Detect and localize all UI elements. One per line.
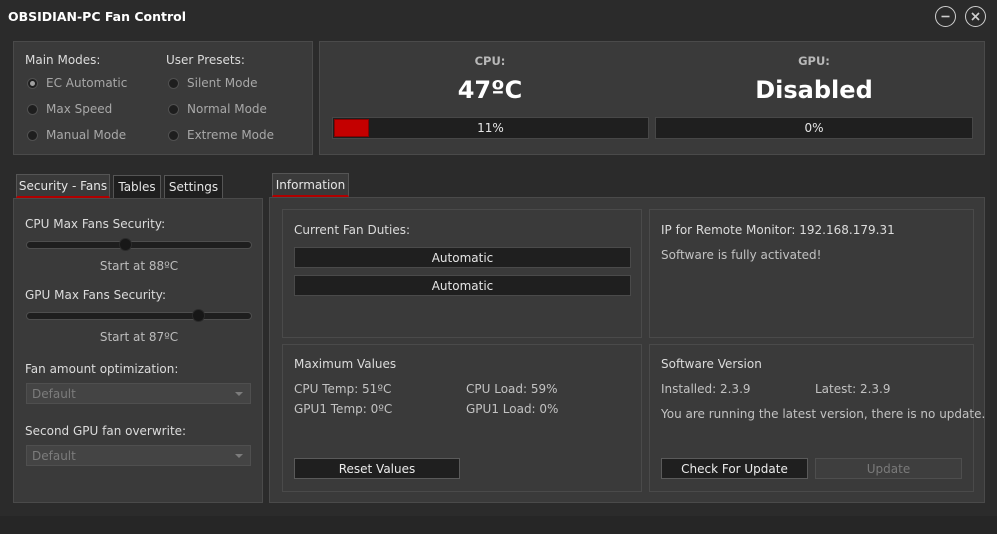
- gpu-load-bar: 0%: [655, 117, 973, 139]
- status-bar: [0, 516, 997, 534]
- radio-manual-mode[interactable]: Manual Mode: [27, 128, 126, 142]
- app-window: OBSIDIAN-PC Fan Control Main Modes: EC A…: [0, 0, 997, 534]
- gpu-security-slider[interactable]: [26, 312, 252, 320]
- radio-silent-mode[interactable]: Silent Mode: [168, 76, 258, 90]
- maximum-values-panel: Maximum Values CPU Temp: 51ºC CPU Load: …: [282, 344, 642, 492]
- fan-duties-title: Current Fan Duties:: [294, 223, 411, 237]
- radio-dot: [27, 103, 38, 115]
- gpu-status: Disabled: [755, 76, 873, 104]
- fan-duties-panel: Current Fan Duties: Automatic Automatic: [282, 209, 642, 338]
- gpu-label: GPU:: [798, 54, 830, 68]
- remote-ip-text: IP for Remote Monitor: 192.168.179.31: [661, 223, 895, 237]
- tab-security-fans[interactable]: Security - Fans: [16, 174, 110, 198]
- radio-label: Silent Mode: [187, 76, 258, 90]
- max-gpu-load: GPU1 Load: 0%: [466, 402, 559, 416]
- tab-tables[interactable]: Tables: [113, 175, 161, 198]
- minimize-button[interactable]: [935, 6, 956, 27]
- tab-settings[interactable]: Settings: [164, 175, 223, 198]
- software-version-panel: Software Version Installed: 2.3.9 Latest…: [649, 344, 985, 492]
- window-title: OBSIDIAN-PC Fan Control: [8, 9, 187, 24]
- close-icon: [971, 12, 980, 21]
- radio-dot: [27, 129, 38, 141]
- tab-information[interactable]: Information: [272, 173, 349, 197]
- second-gpu-label: Second GPU fan overwrite:: [25, 424, 187, 438]
- monitor-panel: CPU: 47ºC 11% GPU: Disabled 0%: [319, 41, 985, 155]
- fan-duty-2: Automatic: [294, 275, 631, 296]
- gpu-load-text: 0%: [804, 121, 824, 135]
- cpu-security-value: Start at 88ºC: [99, 259, 179, 273]
- maximum-values-title: Maximum Values: [294, 357, 397, 371]
- cpu-load-text: 11%: [477, 121, 504, 135]
- software-version-title: Software Version: [661, 357, 762, 371]
- second-gpu-select[interactable]: Default: [26, 445, 251, 466]
- fan-optimization-value: Default: [32, 386, 76, 401]
- reset-values-button[interactable]: Reset Values: [294, 458, 460, 479]
- radio-label: Max Speed: [46, 102, 113, 116]
- gpu-security-label: GPU Max Fans Security:: [25, 288, 167, 302]
- fan-optimization-select[interactable]: Default: [26, 383, 251, 404]
- version-message: You are running the latest version, ther…: [661, 407, 986, 421]
- modes-panel: Main Modes: EC Automatic Max Speed Manua…: [13, 41, 313, 155]
- main-modes-title: Main Modes:: [25, 53, 101, 67]
- radio-dot: [168, 103, 179, 115]
- radio-label: EC Automatic: [46, 76, 128, 90]
- remote-info-panel: IP for Remote Monitor: 192.168.179.31 So…: [649, 209, 974, 338]
- activation-text: Software is fully activated!: [661, 248, 822, 262]
- information-panel: Current Fan Duties: Automatic Automatic …: [269, 197, 985, 503]
- latest-version: Latest: 2.3.9: [815, 382, 891, 396]
- radio-dot: [168, 129, 179, 141]
- chevron-down-icon: [235, 392, 243, 396]
- close-button[interactable]: [965, 6, 986, 27]
- radio-max-speed[interactable]: Max Speed: [27, 102, 112, 116]
- radio-normal-mode[interactable]: Normal Mode: [168, 102, 267, 116]
- max-cpu-load: CPU Load: 59%: [466, 382, 558, 396]
- max-cpu-temp: CPU Temp: 51ºC: [294, 382, 392, 396]
- cpu-security-slider[interactable]: [26, 241, 252, 249]
- radio-dot: [27, 77, 38, 89]
- cpu-label: CPU:: [474, 54, 506, 68]
- cpu-security-slider-thumb[interactable]: [119, 238, 132, 251]
- radio-label: Extreme Mode: [187, 128, 275, 142]
- cpu-load-bar: 11%: [332, 117, 649, 139]
- security-panel: CPU Max Fans Security: Start at 88ºC GPU…: [13, 198, 263, 503]
- radio-dot: [168, 77, 179, 89]
- minimize-icon: [941, 15, 950, 18]
- cpu-temperature: 47ºC: [457, 76, 523, 104]
- max-gpu-temp: GPU1 Temp: 0ºC: [294, 402, 393, 416]
- check-for-update-button[interactable]: Check For Update: [661, 458, 808, 479]
- radio-label: Normal Mode: [187, 102, 267, 116]
- gpu-security-value: Start at 87ºC: [99, 330, 179, 344]
- cpu-security-label: CPU Max Fans Security:: [25, 217, 166, 231]
- radio-ec-automatic[interactable]: EC Automatic: [27, 76, 127, 90]
- radio-label: Manual Mode: [46, 128, 127, 142]
- update-button: Update: [815, 458, 962, 479]
- second-gpu-value: Default: [32, 448, 76, 463]
- installed-version: Installed: 2.3.9: [661, 382, 751, 396]
- fan-optimization-label: Fan amount optimization:: [25, 362, 179, 376]
- radio-extreme-mode[interactable]: Extreme Mode: [168, 128, 274, 142]
- gpu-security-slider-thumb[interactable]: [192, 309, 205, 322]
- chevron-down-icon: [235, 454, 243, 458]
- user-presets-title: User Presets:: [166, 53, 245, 67]
- fan-duty-1: Automatic: [294, 247, 631, 268]
